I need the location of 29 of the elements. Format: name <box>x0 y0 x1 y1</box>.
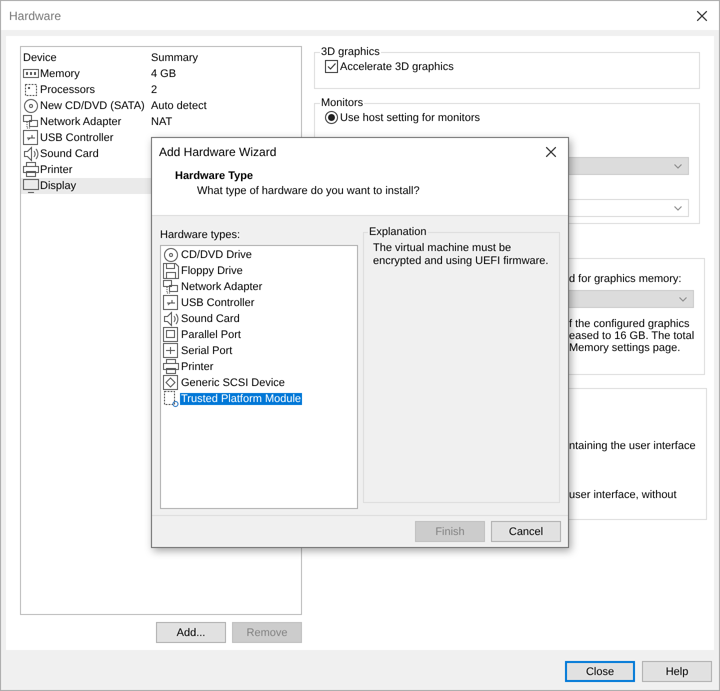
device-name: Display <box>40 180 76 192</box>
group-title: Monitors <box>320 97 364 109</box>
option-text: ntaining the user interface <box>569 440 696 452</box>
device-name: New CD/DVD (SATA) <box>40 100 145 112</box>
dropdown-label: d for graphics memory: <box>569 273 682 285</box>
dialog-title: Add Hardware Wizard <box>159 144 276 158</box>
explanation-text: The virtual machine must be encrypted and using UEFI firmware. <box>373 242 550 268</box>
device-summary: 2 <box>151 84 158 96</box>
radio-label: Use host setting for monitors <box>340 112 480 124</box>
device-summary: 4 GB <box>151 68 176 80</box>
section-subtitle: What type of hardware do you want to install? <box>197 185 421 197</box>
note-text: Memory settings page. <box>569 342 680 354</box>
device-name: USB Controller <box>40 132 114 144</box>
checkbox-label: Accelerate 3D graphics <box>340 60 454 72</box>
group-title: Explanation <box>368 226 428 238</box>
option-text: user interface, without <box>569 489 677 501</box>
note-text: f the configured graphics <box>569 318 690 330</box>
device-summary: NAT <box>151 116 172 128</box>
device-name: Printer <box>40 164 72 176</box>
device-summary: Auto detect <box>151 100 207 112</box>
device-name: Network Adapter <box>40 116 122 128</box>
window-title: Hardware <box>9 8 62 22</box>
list-label: Hardware types: <box>160 229 242 241</box>
device-name: Processors <box>40 84 96 96</box>
device-name: Memory <box>40 68 80 80</box>
group-title: 3D graphics <box>320 46 381 58</box>
device-name: Sound Card <box>40 148 99 160</box>
note-text: eased to 16 GB. The total <box>569 330 694 342</box>
section-heading: Hardware Type <box>175 170 254 182</box>
